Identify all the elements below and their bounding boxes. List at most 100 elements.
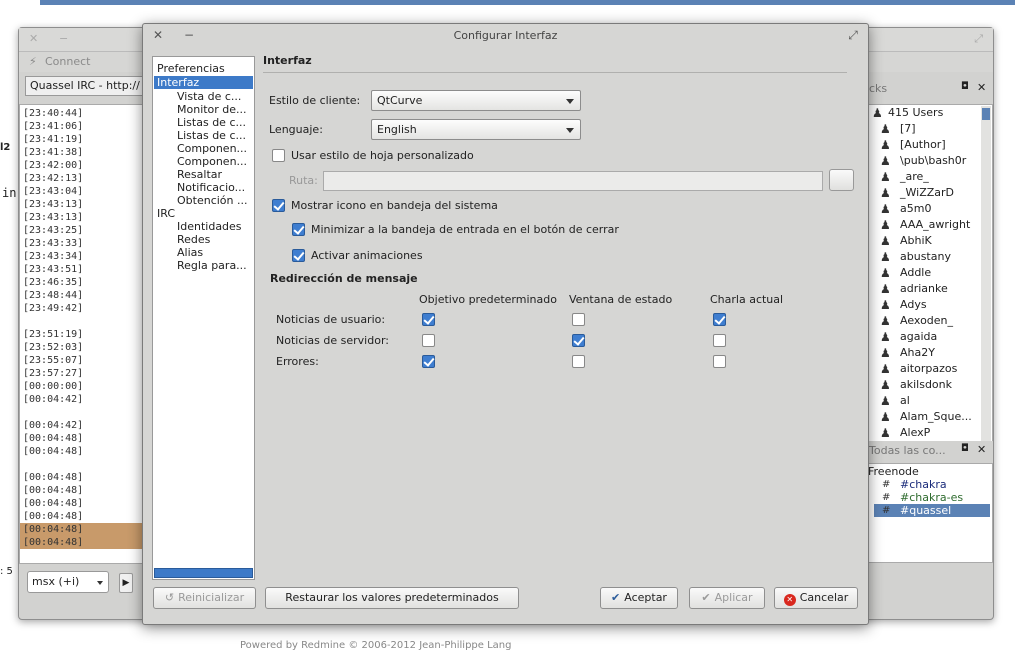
channel-panel-title: Todas las co... (869, 444, 946, 457)
nick-item[interactable]: abustany (900, 249, 951, 265)
server-notices-current-checkbox[interactable] (713, 334, 726, 347)
nick-item[interactable]: Adys (900, 297, 927, 313)
server-notices-default-checkbox[interactable] (422, 334, 435, 347)
network-item[interactable]: Freenode (868, 465, 919, 478)
tree-item-componentes-2[interactable]: Componen... (177, 155, 253, 168)
restore-defaults-button[interactable]: Restaurar los valores predeterminados (265, 587, 519, 609)
user-icon: ♟ (880, 202, 891, 216)
left-fragment: in (2, 186, 17, 200)
nick-item[interactable]: Aha2Y (900, 345, 935, 361)
minimize-tray-checkbox[interactable] (292, 223, 305, 236)
user-icon: ♟ (880, 426, 891, 440)
chat-timestamp: [23:43:25] (23, 225, 84, 236)
check-icon: ✔ (611, 591, 621, 604)
row-errors-label: Errores: (276, 355, 319, 368)
errors-status-checkbox[interactable] (572, 355, 585, 368)
redirect-section-title: Redirección de mensaje (270, 272, 418, 285)
browse-button[interactable] (829, 169, 854, 191)
float-icon[interactable]: ◘ (961, 443, 969, 454)
user-icon: ♟ (880, 378, 891, 392)
page-footer: Powered by Redmine © 2006-2012 Jean-Phil… (240, 640, 512, 651)
nick-item[interactable]: AAA_awright (900, 217, 970, 233)
nick-item[interactable]: adrianke (900, 281, 948, 297)
animations-checkbox[interactable] (292, 249, 305, 262)
chat-timestamp: [23:51:19] (23, 329, 84, 340)
close-icon[interactable]: ✕ (977, 81, 986, 94)
nick-item[interactable]: _WiZZarD (900, 185, 954, 201)
config-dialog: Configurar Interfaz ✕ − ⤢ Preferencias I… (142, 23, 869, 625)
errors-current-checkbox[interactable] (713, 355, 726, 368)
float-icon[interactable]: ◘ (961, 81, 969, 92)
connect-button[interactable]: Connect (45, 55, 90, 68)
chat-timestamp: [23:46:35] (23, 277, 84, 288)
reset-button[interactable]: ↺ Reinicializar (153, 587, 256, 609)
nick-item[interactable]: [7] (900, 121, 916, 137)
user-icon: ♟ (880, 138, 891, 152)
errors-default-checkbox[interactable] (422, 355, 435, 368)
tree-item-listas-1[interactable]: Listas de c... (177, 116, 253, 129)
nick-item[interactable]: Aexoden_ (900, 313, 953, 329)
custom-stylesheet-checkbox[interactable] (272, 149, 285, 162)
buffer-tab[interactable]: Quassel IRC - http:// (25, 76, 150, 96)
nick-item[interactable]: aitorpazos (900, 361, 957, 377)
path-input[interactable] (323, 171, 823, 191)
channel-list: Freenode # #chakra # #chakra-es # #quassel (865, 463, 993, 563)
tree-item-listas-2[interactable]: Listas de c... (177, 129, 253, 142)
tree-item-monitor[interactable]: Monitor de... (177, 103, 253, 116)
user-notices-current-checkbox[interactable] (713, 313, 726, 326)
close-icon[interactable]: ✕ (977, 443, 986, 456)
tree-item-redes[interactable]: Redes (177, 233, 253, 246)
tree-item-regla[interactable]: Regla para... (177, 259, 253, 272)
chat-timestamp: [00:04:48] (23, 446, 84, 457)
nick-item[interactable]: a5m0 (900, 201, 931, 217)
tree-item-alias[interactable]: Alias (177, 246, 253, 259)
nick-item[interactable]: akilsdonk (900, 377, 952, 393)
tree-item-obtencion[interactable]: Obtención ... (177, 194, 253, 207)
nick-item[interactable]: [Author] (900, 137, 946, 153)
close-icon[interactable]: ✕ (150, 27, 166, 43)
minimize-icon[interactable]: − (59, 32, 68, 45)
tree-item-interfaz[interactable]: Interfaz (157, 76, 199, 89)
tree-item-componentes-1[interactable]: Componen... (177, 142, 253, 155)
apply-button[interactable]: ✔ Aplicar (689, 587, 765, 609)
nick-item[interactable]: \pub\bash0r (900, 153, 966, 169)
user-icon: ♟ (880, 330, 891, 344)
tree-item-resaltar[interactable]: Resaltar (177, 168, 253, 181)
client-style-select[interactable]: QtCurve (371, 90, 581, 111)
nick-item[interactable]: Alam_Sque... (900, 409, 972, 425)
user-notices-default-checkbox[interactable] (422, 313, 435, 326)
chat-timestamp: [23:43:13] (23, 199, 84, 210)
nick-selector[interactable]: msx (+i) (27, 571, 109, 593)
user-icon: ♟ (880, 154, 891, 168)
cancel-button[interactable]: ✕ Cancelar (774, 587, 858, 609)
custom-stylesheet-label: Usar estilo de hoja personalizado (291, 149, 474, 162)
channel-item[interactable]: #chakra-es (900, 491, 963, 504)
tree-item-notificaciones[interactable]: Notificacio... (177, 181, 253, 194)
tray-icon-checkbox[interactable] (272, 199, 285, 212)
language-select[interactable]: English (371, 119, 581, 140)
nick-item[interactable]: AbhiK (900, 233, 932, 249)
maximize-icon[interactable]: ⤢ (845, 27, 861, 43)
tree-item-vista[interactable]: Vista de c... (177, 90, 253, 103)
tree-scrollbar[interactable] (154, 568, 253, 578)
close-icon[interactable]: ✕ (29, 32, 38, 45)
nick-item[interactable]: AlexP (900, 425, 930, 441)
chat-timestamp: [00:00:00] (23, 381, 84, 392)
user-icon: ♟ (880, 410, 891, 424)
minimize-icon[interactable]: − (181, 27, 197, 43)
user-notices-status-checkbox[interactable] (572, 313, 585, 326)
tree-item-preferencias[interactable]: Preferencias (157, 62, 225, 75)
maximize-icon[interactable]: ⤢ (974, 32, 983, 46)
nick-item[interactable]: Addle (900, 265, 931, 281)
nick-item[interactable]: _are_ (900, 169, 929, 185)
nick-item[interactable]: al (900, 393, 910, 409)
channel-item[interactable]: #quassel (900, 504, 951, 517)
server-notices-status-checkbox[interactable] (572, 334, 585, 347)
play-button[interactable]: ▶ (119, 573, 133, 593)
nick-item[interactable]: agaida (900, 329, 937, 345)
nick-scrollbar[interactable] (981, 106, 991, 454)
channel-item[interactable]: #chakra (900, 478, 947, 491)
tree-item-identidades[interactable]: Identidades (177, 220, 253, 233)
tree-item-irc[interactable]: IRC (157, 207, 175, 220)
accept-button[interactable]: ✔ Aceptar (600, 587, 678, 609)
